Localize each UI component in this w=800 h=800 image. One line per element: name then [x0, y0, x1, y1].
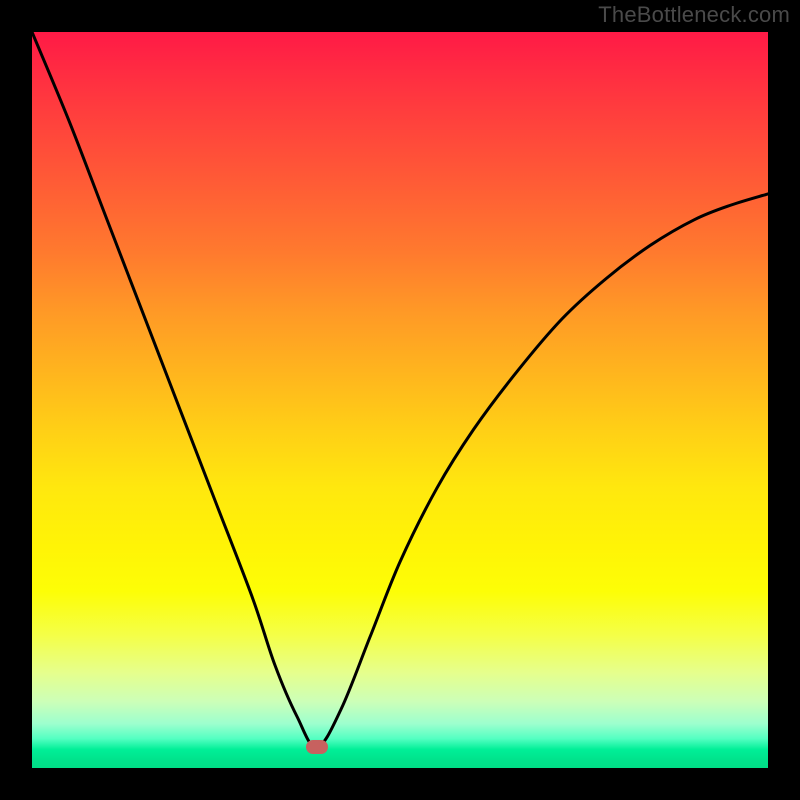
- bottleneck-curve: [32, 32, 768, 768]
- plot-area: [32, 32, 768, 768]
- chart-frame: TheBottleneck.com: [0, 0, 800, 800]
- optimum-marker: [306, 740, 328, 754]
- bottleneck-curve-path: [32, 32, 768, 747]
- watermark-text: TheBottleneck.com: [598, 2, 790, 28]
